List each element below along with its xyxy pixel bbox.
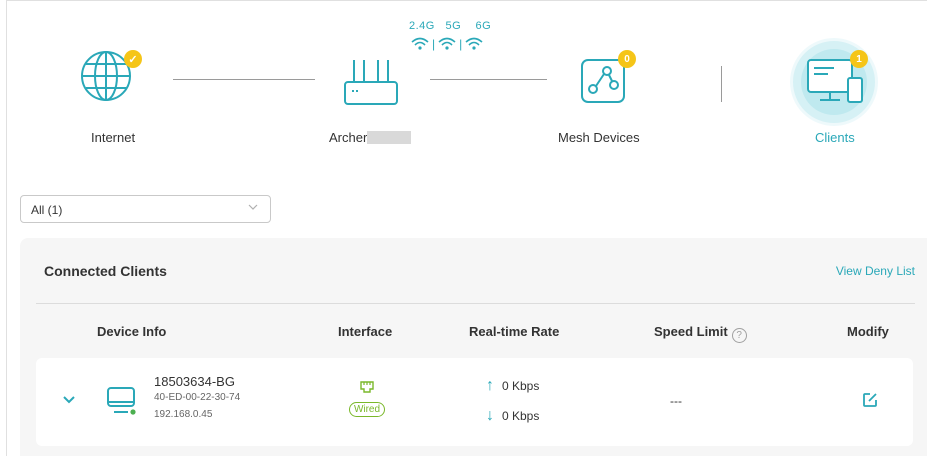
device-mac: 40-ED-00-22-30-74 bbox=[154, 392, 241, 403]
chevron-down-icon bbox=[63, 396, 75, 404]
download-rate: ↓ 0 Kbps bbox=[486, 407, 540, 424]
arrow-down-icon: ↓ bbox=[486, 407, 494, 424]
interface-wired-tag: Wired bbox=[348, 402, 386, 417]
expand-row-button[interactable] bbox=[62, 392, 76, 410]
internet-status-badge: ✓ bbox=[124, 50, 142, 68]
column-header-rate: Real-time Rate bbox=[469, 324, 560, 339]
connector-divider bbox=[721, 66, 722, 102]
arrow-up-icon: ↑ bbox=[486, 377, 494, 394]
mesh-label: Mesh Devices bbox=[558, 130, 640, 145]
clients-node[interactable]: 1 bbox=[790, 38, 884, 132]
chevron-down-icon bbox=[248, 202, 258, 215]
wifi-icon bbox=[465, 37, 483, 50]
panel-title: Connected Clients bbox=[44, 263, 167, 279]
internet-node[interactable]: ✓ bbox=[80, 48, 142, 108]
device-name: 18503634-BG bbox=[154, 374, 235, 389]
edit-icon bbox=[863, 393, 877, 407]
client-filter-select[interactable]: All (1) bbox=[20, 195, 271, 223]
panel-divider bbox=[36, 303, 915, 304]
rate-cell: ↑ 0 Kbps ↓ 0 Kbps bbox=[486, 376, 539, 426]
column-header-modify: Modify bbox=[847, 324, 889, 339]
connected-clients-panel: Connected Clients View Deny List Device … bbox=[20, 238, 927, 456]
column-header-device-info: Device Info bbox=[97, 324, 167, 339]
device-type-icon bbox=[106, 386, 138, 421]
device-ip: 192.168.0.45 bbox=[154, 409, 213, 420]
computer-icon bbox=[107, 387, 136, 415]
mesh-node[interactable]: 0 bbox=[578, 50, 636, 106]
band-label-24g: 2.4G bbox=[409, 20, 435, 32]
band-labels: 2.4G 5G 6G bbox=[409, 20, 491, 32]
help-icon[interactable]: ? bbox=[731, 328, 747, 343]
ethernet-icon bbox=[360, 381, 374, 393]
clients-label: Clients bbox=[815, 130, 855, 145]
wifi-icon bbox=[438, 37, 456, 50]
column-header-speed-limit: Speed Limit? bbox=[654, 324, 747, 343]
table-row: 18503634-BG 40-ED-00-22-30-74 192.168.0.… bbox=[36, 358, 913, 446]
router-node[interactable] bbox=[342, 58, 400, 108]
interface-cell: Wired bbox=[344, 380, 390, 417]
mesh-count-badge: 0 bbox=[618, 50, 636, 68]
device-info: 18503634-BG 40-ED-00-22-30-74 192.168.0.… bbox=[154, 374, 240, 420]
wifi-icons: | | bbox=[411, 37, 483, 51]
client-filter-value: All (1) bbox=[31, 203, 63, 217]
clients-count-badge: 1 bbox=[850, 50, 868, 68]
internet-label: Internet bbox=[91, 130, 136, 145]
column-header-interface: Interface bbox=[338, 324, 393, 339]
router-model-redacted bbox=[367, 131, 412, 144]
edit-button[interactable] bbox=[862, 392, 878, 413]
connector-line-2 bbox=[430, 79, 547, 80]
connector-line-1 bbox=[173, 79, 315, 80]
router-icon bbox=[344, 60, 398, 105]
upload-rate: ↑ 0 Kbps bbox=[486, 377, 540, 394]
view-deny-list-link[interactable]: View Deny List bbox=[836, 264, 915, 278]
band-label-5g: 5G bbox=[445, 20, 462, 32]
router-label: Archer bbox=[329, 130, 412, 145]
band-label-6g: 6G bbox=[475, 20, 492, 32]
wifi-icon bbox=[411, 37, 429, 50]
speed-limit-value: --- bbox=[670, 394, 682, 408]
